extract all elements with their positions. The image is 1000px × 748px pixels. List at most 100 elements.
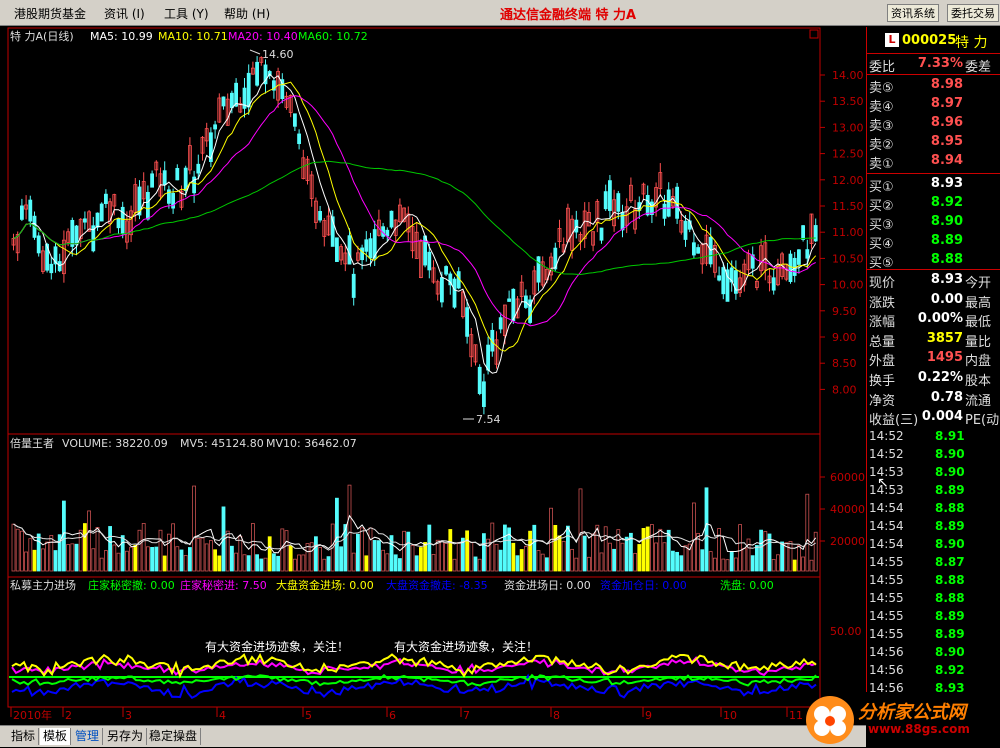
tab-indicator[interactable]: 指标 [8,728,40,745]
stock-name: 特 力 [955,35,988,51]
stat-value: 0.22% [917,370,963,385]
volume-bar [771,558,776,572]
volume-bar [582,535,587,572]
tab-template[interactable]: 模板 [40,728,72,745]
volume-bar [519,549,524,572]
volume-bar [587,556,591,572]
sell-row[interactable]: 卖② 8.95 [867,133,1000,153]
volume-bar [645,526,650,572]
volume-bar [477,558,482,572]
volume-bar [381,549,386,572]
candle-body [255,61,260,86]
volume-bar [171,523,176,572]
volume-bar [490,522,495,572]
tick-price: 8.88 [935,501,965,515]
stat-value: 0.004 [921,409,963,425]
candle-body [334,237,339,262]
candle-body [318,211,323,221]
volume-bar [713,557,717,572]
stat-value: 0.78 [930,389,963,405]
price-y-tick: 11.00 [832,226,864,239]
trade-button[interactable]: 委托交易 [947,4,999,22]
volume-bar [347,484,352,572]
candle-body [536,256,541,283]
chart-area[interactable]: 14.00 13.50 13.00 12.50 12.00 11.50 11.00 10.50… [0,27,866,725]
buy-row[interactable]: 买⑤ 8.88 [867,251,1000,271]
tick-price: 8.89 [935,627,965,641]
volume-bar [658,528,663,572]
tab-save-as[interactable]: 另存为 [104,728,148,745]
weicha-label: 委差 [965,60,992,75]
sell-row[interactable]: 卖④ 8.97 [867,95,1000,115]
volume-bar [536,550,541,572]
buy-row[interactable]: 买② 8.92 [867,194,1000,214]
candle-body [717,275,721,281]
sell-price: 8.98 [930,77,963,92]
tick-time: 14:55 [869,609,904,623]
candle-body [645,194,650,216]
weibi-label: 委比 [869,60,896,75]
volume-bar [654,542,658,572]
volume-bar [154,546,159,572]
volume-bar [297,554,302,572]
candlestick-series [11,56,818,415]
tick-price: 8.87 [935,555,965,569]
kline-chart[interactable]: 14.00 13.50 13.00 12.50 12.00 11.50 11.00 10.50… [0,27,866,725]
sell-price: 8.97 [930,96,963,111]
stat-label-right: 最高 [965,295,992,311]
buy-price: 8.92 [930,195,963,210]
volume-bar [671,550,675,572]
menu-hk-futures[interactable]: 港股期货基金 [14,5,86,22]
volume-bar [364,555,369,572]
volume-bar [313,536,318,572]
volume-bar [679,555,684,572]
stock-code[interactable]: 000025 [902,33,956,48]
menu-info[interactable]: 资讯 (I) [104,5,145,22]
stat-label-right: PE(动 [965,413,1000,429]
tick-time: 14:52 [869,447,904,461]
candle-body [599,227,604,241]
volume-bar [788,541,793,572]
indicator-legend-item: 庄家秘密撤: 0.00 [88,578,175,592]
date-axis-label: 10 [723,709,737,722]
tab-stable-trading[interactable]: 稳定操盘 [146,728,202,745]
sell-row[interactable]: 卖③ 8.96 [867,114,1000,134]
volume-bar [263,557,268,572]
buy-row[interactable]: 买④ 8.89 [867,232,1000,252]
tick-row: 14:56 8.92 [867,662,1000,680]
buy-row[interactable]: 买③ 8.90 [867,213,1000,233]
stat-value: 8.93 [930,272,963,287]
volume-bar [431,553,436,572]
info-system-button[interactable]: 资讯系统 [887,4,939,22]
volume-bar [524,546,528,572]
volume-bar [402,530,407,572]
volume-bar [452,558,457,572]
tick-price: 8.91 [935,430,965,443]
tick-time: 14:54 [869,519,904,533]
stat-value: 0.00 [930,291,963,307]
buy-row[interactable]: 买① 8.93 [867,175,1000,195]
stat-value: 0.00% [917,311,963,327]
panel-maximize-icon[interactable] [809,29,819,39]
sell-row[interactable]: 卖① 8.94 [867,152,1000,172]
tick-price: 8.88 [935,573,965,587]
indicator-legend-item: 大盘资金进场: 0.00 [276,578,374,592]
tab-manage[interactable]: 管理 [72,728,104,745]
stat-row: 现价 8.93 今开 [867,271,1000,291]
volume-bar [326,556,331,572]
volume-bar [792,559,797,572]
tick-row: 14:55 8.88 [867,590,1000,608]
tick-list[interactable]: 14:52 8.91 14:52 8.90 14:53 8.90 14:53 8.89 14:5… [866,430,1000,692]
volume-bar [729,551,734,572]
menu-help[interactable]: 帮助 (H) [224,5,270,22]
menu-tools[interactable]: 工具 (Y) [164,5,209,22]
candle-body [221,96,226,107]
buy-price: 8.93 [930,176,963,191]
ma60-label: MA60: 10.72 [298,30,368,43]
volume-bar [612,548,616,572]
sell-row[interactable]: 卖⑤ 8.98 [867,76,1000,96]
tick-time: 14:56 [869,645,904,659]
volume-bar [750,555,755,572]
menu-bar: 港股期货基金 资讯 (I) 工具 (Y) 帮助 (H) 通达信金融终端 特 力A… [0,0,1000,26]
candle-body [666,189,671,217]
